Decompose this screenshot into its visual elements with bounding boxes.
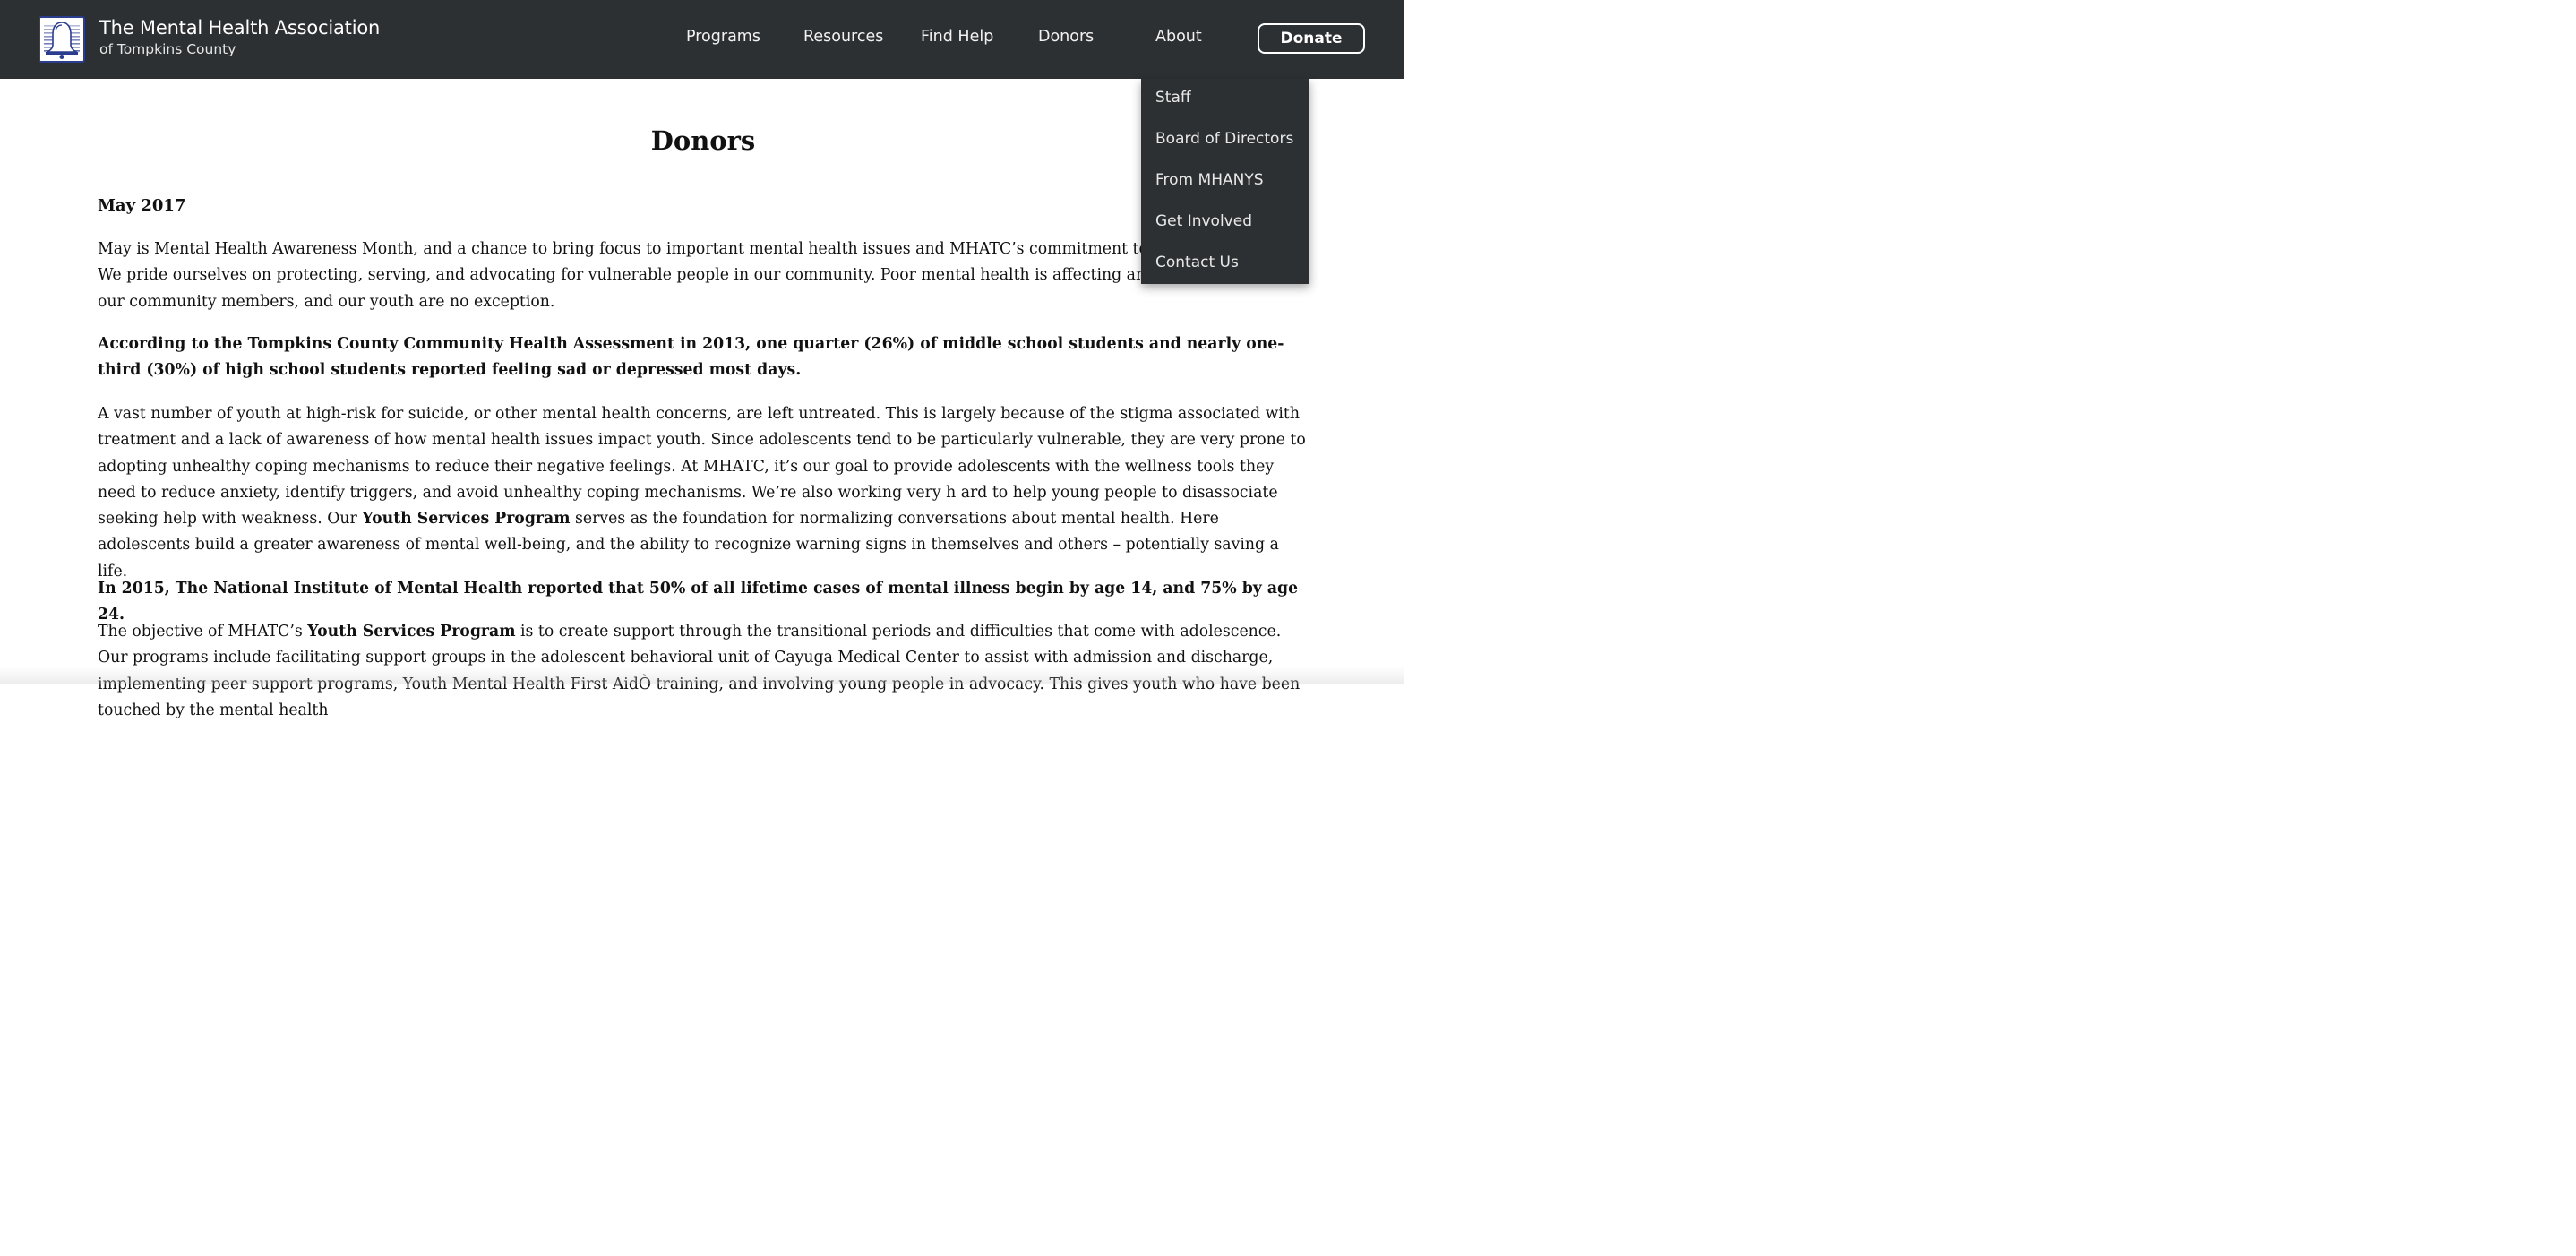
nav-programs[interactable]: Programs xyxy=(686,28,760,46)
menu-item-contact-us[interactable]: Contact Us xyxy=(1155,254,1239,271)
mhatc-logo[interactable] xyxy=(39,16,85,63)
menu-item-from-mhanys[interactable]: From MHANYS xyxy=(1155,171,1264,189)
statistic-paragraph-2013: According to the Tompkins County Communi… xyxy=(98,335,1284,380)
bell-logo-icon xyxy=(40,18,83,61)
date-heading: May 2017 xyxy=(98,196,186,215)
youth-services-program-emphasis: Youth Services Program xyxy=(362,510,571,529)
program-objective-paragraph: The objective of MHATC’s Youth Services … xyxy=(98,619,1309,724)
org-subtitle[interactable]: of Tompkins County xyxy=(99,41,236,57)
intro-paragraph: May is Mental Health Awareness Month, an… xyxy=(98,240,1304,311)
page-title: Donors xyxy=(650,125,756,156)
nav-donors[interactable]: Donors xyxy=(1038,28,1094,46)
org-name[interactable]: The Mental Health Association xyxy=(99,17,380,39)
program-objective-text-a: The objective of MHATC’s xyxy=(98,623,308,641)
menu-item-staff[interactable]: Staff xyxy=(1155,89,1191,107)
about-dropdown-menu: Staff Board of Directors From MHANYS Get… xyxy=(1141,79,1309,284)
site-header: The Mental Health Association of Tompkin… xyxy=(0,0,1404,79)
nav-resources[interactable]: Resources xyxy=(803,28,883,46)
youth-services-program-emphasis-2: Youth Services Program xyxy=(307,623,516,641)
menu-item-board-of-directors[interactable]: Board of Directors xyxy=(1155,130,1293,148)
nav-find-help[interactable]: Find Help xyxy=(921,28,993,46)
youth-risk-paragraph: A vast number of youth at high-risk for … xyxy=(98,401,1309,585)
donate-button[interactable]: Donate xyxy=(1258,23,1365,54)
nav-about[interactable]: About xyxy=(1155,28,1202,46)
menu-item-get-involved[interactable]: Get Involved xyxy=(1155,212,1252,230)
